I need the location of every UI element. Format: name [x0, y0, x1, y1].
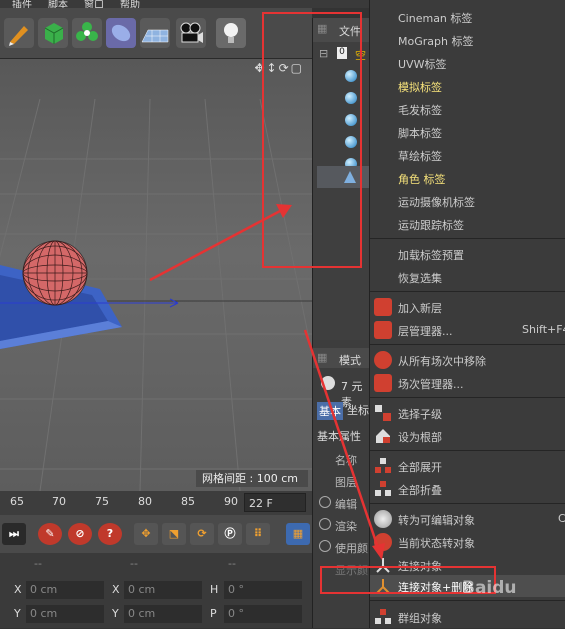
baidu-watermark: Baidu [462, 578, 517, 598]
annotation-arrows [149, 204, 385, 560]
